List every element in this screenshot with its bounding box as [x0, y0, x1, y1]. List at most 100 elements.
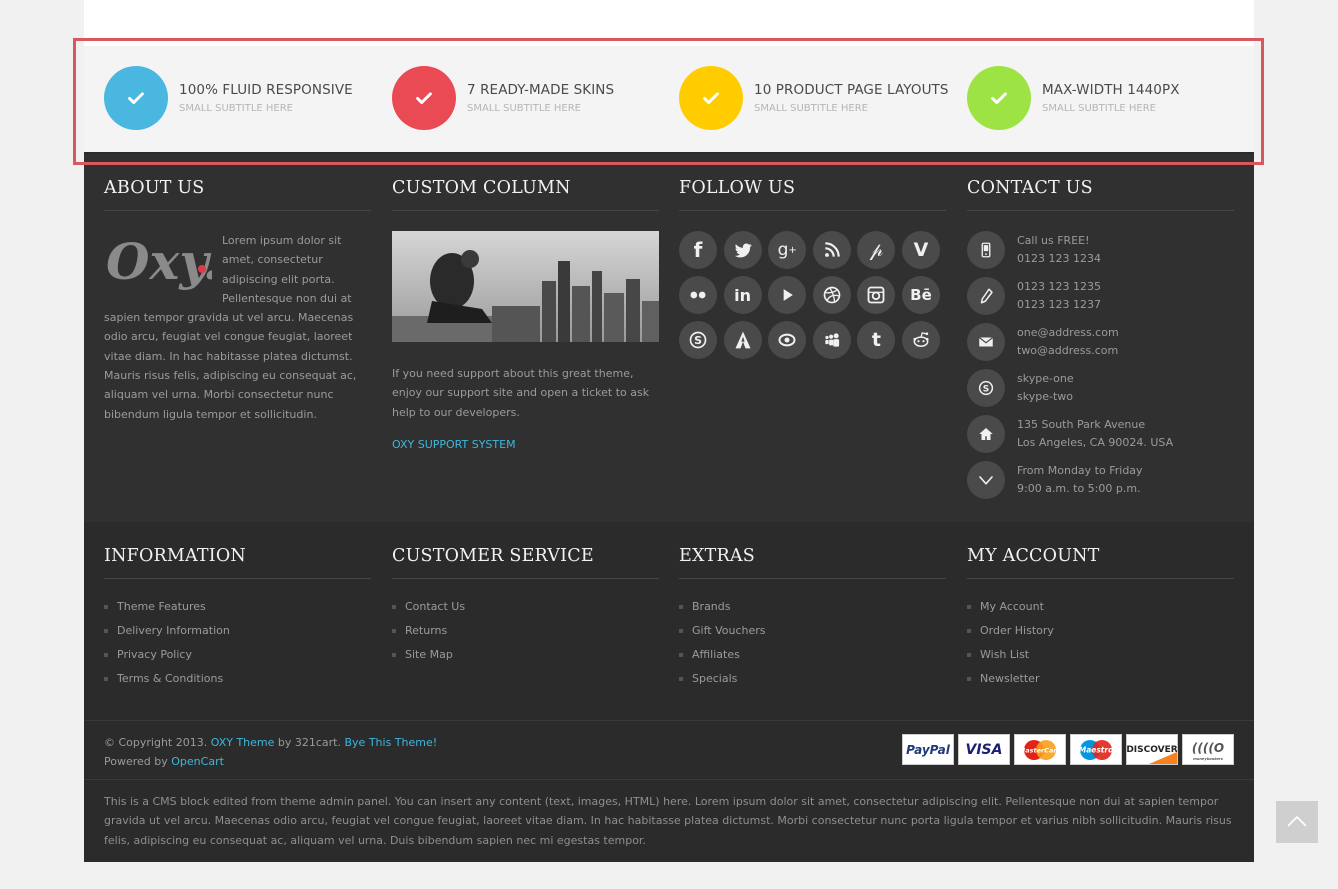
- back-to-top-button[interactable]: [1276, 801, 1318, 843]
- customer-service-column: CUSTOMER SERVICE Contact Us Returns Site…: [392, 522, 659, 667]
- extras-column: EXTRAS Brands Gift Vouchers Affiliates S…: [679, 522, 946, 691]
- information-column: INFORMATION Theme Features Delivery Info…: [104, 522, 371, 691]
- contact-line: Call us FREE!: [1017, 234, 1090, 247]
- svg-text:Oxy.: Oxy.: [106, 232, 212, 291]
- list-item[interactable]: Newsletter: [967, 667, 1234, 691]
- eye-icon[interactable]: [768, 321, 807, 359]
- check-icon: [392, 66, 456, 130]
- discover-icon: DISCOVER: [1126, 734, 1178, 765]
- my-account-heading: MY ACCOUNT: [967, 546, 1234, 579]
- twitter-icon[interactable]: [723, 231, 762, 269]
- clock-chevron-icon: [967, 461, 1005, 499]
- list-item[interactable]: Returns: [392, 619, 659, 643]
- extras-heading: EXTRAS: [679, 546, 946, 579]
- information-heading: INFORMATION: [104, 546, 371, 579]
- svg-text:Maestro: Maestro: [1079, 745, 1114, 754]
- list-item[interactable]: Specials: [679, 667, 946, 691]
- visa-icon: VISA: [958, 734, 1010, 765]
- myspace-icon[interactable]: [812, 321, 851, 359]
- contact-line: skype-two: [1017, 390, 1073, 403]
- contact-heading: CONTACT US: [967, 178, 1234, 211]
- check-icon: [967, 66, 1031, 130]
- list-item[interactable]: Affiliates: [679, 643, 946, 667]
- foursquare-icon[interactable]: [723, 321, 762, 359]
- contact-row: Call us FREE! 0123 123 1234: [967, 231, 1234, 277]
- custom-column: CUSTOM COLUMN If you need support about …: [392, 154, 659, 451]
- about-column: ABOUT US Oxy. Lorem ipsum dolor sit amet…: [104, 154, 371, 424]
- support-system-link[interactable]: OXY SUPPORT SYSTEM: [392, 438, 659, 451]
- list-item[interactable]: Theme Features: [104, 595, 371, 619]
- custom-heading: CUSTOM COLUMN: [392, 178, 659, 211]
- feature-item: 100% FLUID RESPONSIVE SMALL SUBTITLE HER…: [104, 66, 353, 130]
- footer-top: ABOUT US Oxy. Lorem ipsum dolor sit amet…: [84, 154, 1254, 522]
- city-photo: [392, 231, 659, 342]
- vimeo-icon[interactable]: V: [901, 231, 940, 269]
- opencart-link[interactable]: OpenCart: [171, 755, 224, 768]
- contact-row: one@address.com two@address.com: [967, 323, 1234, 369]
- pinterest-icon[interactable]: 𝓅: [857, 231, 896, 269]
- feature-item: 7 READY-MADE SKINS SMALL SUBTITLE HERE: [392, 66, 614, 130]
- list-item[interactable]: Contact Us: [392, 595, 659, 619]
- list-item[interactable]: Privacy Policy: [104, 643, 371, 667]
- contact-line: 0123 123 1234: [1017, 252, 1101, 265]
- features-strip: 100% FLUID RESPONSIVE SMALL SUBTITLE HER…: [84, 46, 1254, 154]
- skype-icon: S: [967, 369, 1005, 407]
- tumblr-icon[interactable]: t: [857, 321, 896, 359]
- contact-column: CONTACT US Call us FREE! 0123 123 1234 01…: [967, 154, 1234, 507]
- chevron-up-icon: [1287, 815, 1307, 827]
- contact-line: Los Angeles, CA 90024. USA: [1017, 436, 1174, 449]
- dribbble-icon[interactable]: [812, 276, 851, 314]
- feature-title: 7 READY-MADE SKINS: [467, 82, 615, 98]
- mastercard-icon: MasterCard: [1014, 734, 1066, 765]
- feature-title: MAX-WIDTH 1440PX: [1042, 82, 1180, 98]
- contact-line: 0123 123 1235: [1017, 280, 1101, 293]
- instagram-icon[interactable]: [857, 276, 896, 314]
- contact-line: 135 South Park Avenue: [1017, 418, 1146, 431]
- social-icons-grid: f g + 𝓅 V in Bē S t: [679, 231, 946, 359]
- svg-text:S: S: [694, 334, 702, 347]
- google-plus-icon[interactable]: g +: [768, 231, 807, 269]
- follow-column: FOLLOW US f g + 𝓅 V in Bē S t: [679, 154, 946, 359]
- about-heading: ABOUT US: [104, 178, 371, 211]
- page-container: 100% FLUID RESPONSIVE SMALL SUBTITLE HER…: [84, 0, 1254, 862]
- oxy-theme-link[interactable]: OXY Theme: [211, 736, 275, 749]
- follow-heading: FOLLOW US: [679, 178, 946, 211]
- list-item[interactable]: Delivery Information: [104, 619, 371, 643]
- list-item[interactable]: My Account: [967, 595, 1234, 619]
- youtube-icon[interactable]: [768, 276, 807, 314]
- list-item[interactable]: Wish List: [967, 643, 1234, 667]
- cms-block: This is a CMS block edited from theme ad…: [84, 780, 1254, 862]
- flickr-icon[interactable]: [679, 276, 717, 314]
- list-item[interactable]: Site Map: [392, 643, 659, 667]
- svg-text:S: S: [983, 384, 989, 394]
- feature-title: 10 PRODUCT PAGE LAYOUTS: [754, 82, 949, 98]
- skype-social-icon[interactable]: S: [679, 321, 717, 359]
- contact-row: 135 South Park Avenue Los Angeles, CA 900…: [967, 415, 1234, 461]
- check-icon: [679, 66, 743, 130]
- feature-subtitle: SMALL SUBTITLE HERE: [754, 103, 869, 114]
- copyright-bar: © Copyright 2013. OXY Theme by 321cart. …: [84, 720, 1254, 780]
- behance-icon[interactable]: Bē: [901, 276, 940, 314]
- contact-line: From Monday to Friday: [1017, 464, 1143, 477]
- oxy-logo: Oxy.: [106, 232, 212, 291]
- list-item[interactable]: Order History: [967, 619, 1234, 643]
- custom-text: If you need support about this great the…: [392, 367, 650, 419]
- envelope-icon: [967, 323, 1005, 361]
- home-icon: [967, 415, 1005, 453]
- contact-row: From Monday to Friday 9:00 a.m. to 5:00 p…: [967, 461, 1234, 507]
- list-item[interactable]: Gift Vouchers: [679, 619, 946, 643]
- check-icon: [104, 66, 168, 130]
- contact-line: one@address.com: [1017, 326, 1119, 339]
- mobile-phone-icon: [967, 231, 1005, 269]
- feature-subtitle: SMALL SUBTITLE HERE: [1042, 103, 1157, 114]
- rss-icon[interactable]: [812, 231, 851, 269]
- reddit-icon[interactable]: [901, 321, 940, 359]
- list-item[interactable]: Terms & Conditions: [104, 667, 371, 691]
- svg-text:moneybookers: moneybookers: [1193, 757, 1224, 761]
- facebook-icon[interactable]: f: [679, 231, 717, 269]
- paypal-icon: PayPal: [902, 734, 954, 765]
- svg-text:((((O: ((((O: [1192, 741, 1224, 755]
- buy-theme-link[interactable]: Bye This Theme!: [345, 736, 438, 749]
- list-item[interactable]: Brands: [679, 595, 946, 619]
- linkedin-icon[interactable]: in: [723, 276, 762, 314]
